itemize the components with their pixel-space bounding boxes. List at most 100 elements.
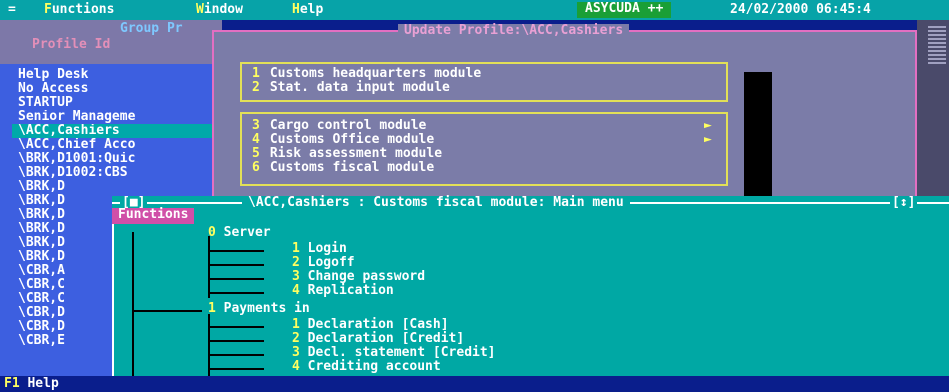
- tree-connector: [208, 368, 264, 370]
- module-label: Risk assessment module: [269, 146, 443, 161]
- tree-connector: [132, 232, 134, 378]
- window-border: [112, 224, 114, 378]
- tree-connector: [208, 340, 264, 342]
- tree-number: 4: [292, 359, 300, 374]
- tree-label: Replication: [307, 283, 394, 298]
- function-logoff[interactable]: 2 Logoff: [292, 256, 355, 270]
- function-declaration-credit[interactable]: 2 Declaration [Credit]: [292, 332, 464, 346]
- function-decl-statement-credit[interactable]: 3 Decl. statement [Credit]: [292, 346, 496, 360]
- functions-tab[interactable]: Functions: [112, 208, 195, 224]
- profile-item-no-access[interactable]: No Access: [12, 82, 212, 96]
- module-label: Stat. data input module: [269, 80, 450, 95]
- help-hint[interactable]: F1 Help: [4, 377, 59, 391]
- menu-help-label: elp: [299, 2, 324, 17]
- menu-functions[interactable]: Functions: [44, 3, 114, 17]
- tree-group-server[interactable]: 0 Server: [208, 226, 271, 240]
- profile-item-acc-chief[interactable]: \ACC,Chief Acco: [12, 138, 212, 152]
- datetime-display: 24/02/2000 06:45:4: [730, 2, 871, 17]
- tree-connector: [208, 236, 210, 298]
- menu-functions-hotkey: F: [44, 2, 52, 17]
- app-name-badge: ASYCUDA ++: [577, 2, 672, 18]
- function-replication[interactable]: 4 Replication: [292, 284, 394, 298]
- status-bar: F1 Help: [0, 376, 949, 392]
- functions-window-title: \ACC,Cashiers : Customs fiscal module: M…: [242, 196, 630, 210]
- tree-number: 2: [292, 331, 300, 346]
- update-profile-title: Update Profile:\ACC,Cashiers: [398, 24, 630, 38]
- tree-connector: [208, 250, 264, 252]
- maximize-button[interactable]: [↕]: [890, 196, 918, 210]
- module-customs-office[interactable]: 4 Customs Office module: [252, 133, 434, 147]
- tree-label: Change password: [307, 269, 426, 284]
- profile-item[interactable]: \BRK,D: [12, 180, 212, 194]
- functions-window: [■] \ACC,Cashiers : Customs fiscal modul…: [112, 196, 949, 378]
- function-change-password[interactable]: 3 Change password: [292, 270, 425, 284]
- tree-number: 4: [292, 283, 300, 298]
- tree-label: Payments in: [223, 301, 310, 316]
- module-number: 2: [252, 80, 260, 95]
- tree-connector: [132, 310, 202, 312]
- module-number: 6: [252, 160, 260, 175]
- tree-number: 1: [292, 317, 300, 332]
- tree-number: 3: [292, 345, 300, 360]
- module-customs-headquarters[interactable]: 1 Customs headquarters module: [252, 67, 481, 81]
- tree-connector: [208, 292, 264, 294]
- module-number: 3: [252, 118, 260, 133]
- system-menu-icon[interactable]: =: [8, 3, 16, 17]
- module-number: 5: [252, 146, 260, 161]
- tree-group-payments-in[interactable]: 1 Payments in: [208, 302, 310, 316]
- profile-item-acc-cashiers[interactable]: \ACC,Cashiers: [12, 124, 212, 138]
- menu-help-hotkey: H: [292, 2, 300, 17]
- tree-label: Decl. statement [Credit]: [307, 345, 496, 360]
- tree-number: 2: [292, 255, 300, 270]
- module-label: Customs fiscal module: [269, 160, 435, 175]
- help-label: Help: [27, 376, 59, 391]
- menu-window-hotkey: W: [196, 2, 204, 17]
- module-customs-fiscal[interactable]: 6 Customs fiscal module: [252, 161, 434, 175]
- profile-item[interactable]: \BRK,D1002:CBS: [12, 166, 212, 180]
- menu-help[interactable]: Help: [292, 3, 323, 17]
- tree-label: Declaration [Credit]: [307, 331, 465, 346]
- profile-item[interactable]: \BRK,D1001:Quic: [12, 152, 212, 166]
- module-label: Customs headquarters module: [269, 66, 482, 81]
- module-number: 1: [252, 66, 260, 81]
- tree-connector: [208, 278, 264, 280]
- tree-number: 0: [208, 225, 216, 240]
- menu-window[interactable]: Window: [196, 3, 243, 17]
- module-cargo-control[interactable]: 3 Cargo control module: [252, 119, 426, 133]
- function-crediting-account[interactable]: 4 Crediting account: [292, 360, 441, 374]
- tree-label: Declaration [Cash]: [307, 317, 449, 332]
- group-profile-title: Group Pr: [120, 21, 183, 36]
- tree-label: Server: [223, 225, 271, 240]
- profile-item-help-desk[interactable]: Help Desk: [12, 68, 212, 82]
- module-stat-data-input[interactable]: 2 Stat. data input module: [252, 81, 450, 95]
- submenu-arrow-icon: ►: [704, 132, 712, 147]
- list-scroll-area: [744, 72, 772, 202]
- submenu-arrow-icon: ►: [704, 118, 712, 133]
- profile-window-header: Group Pr Profile Id: [0, 20, 222, 64]
- module-group-1: 1 Customs headquarters module 2 Stat. data…: [240, 62, 728, 102]
- scrollbar-hatch[interactable]: [928, 24, 946, 64]
- menu-bar: = Functions Window Help ASYCUDA ++ 24/02…: [0, 0, 949, 20]
- module-label: Cargo control module: [269, 118, 427, 133]
- help-key: F1: [4, 376, 20, 391]
- function-declaration-cash[interactable]: 1 Declaration [Cash]: [292, 318, 449, 332]
- menu-functions-label: unctions: [51, 2, 115, 17]
- tree-label: Logoff: [307, 255, 355, 270]
- tree-connector: [208, 354, 264, 356]
- tree-label: Login: [307, 241, 347, 256]
- profile-item-startup[interactable]: STARTUP: [12, 96, 212, 110]
- tree-label: Crediting account: [307, 359, 441, 374]
- tree-number: 3: [292, 269, 300, 284]
- menu-window-label: indow: [203, 2, 243, 17]
- tree-number: 1: [292, 241, 300, 256]
- module-number: 4: [252, 132, 260, 147]
- profile-item-senior-management[interactable]: Senior Manageme: [12, 110, 212, 124]
- tree-number: 1: [208, 301, 216, 316]
- module-group-2: 3 Cargo control module ► 4 Customs Office …: [240, 112, 728, 186]
- module-risk-assessment[interactable]: 5 Risk assessment module: [252, 147, 442, 161]
- function-login[interactable]: 1 Login: [292, 242, 347, 256]
- update-profile-window: Update Profile:\ACC,Cashiers 1 Customs he…: [212, 24, 917, 202]
- tree-connector: [208, 264, 264, 266]
- module-label: Customs Office module: [269, 132, 435, 147]
- tree-connector: [208, 326, 264, 328]
